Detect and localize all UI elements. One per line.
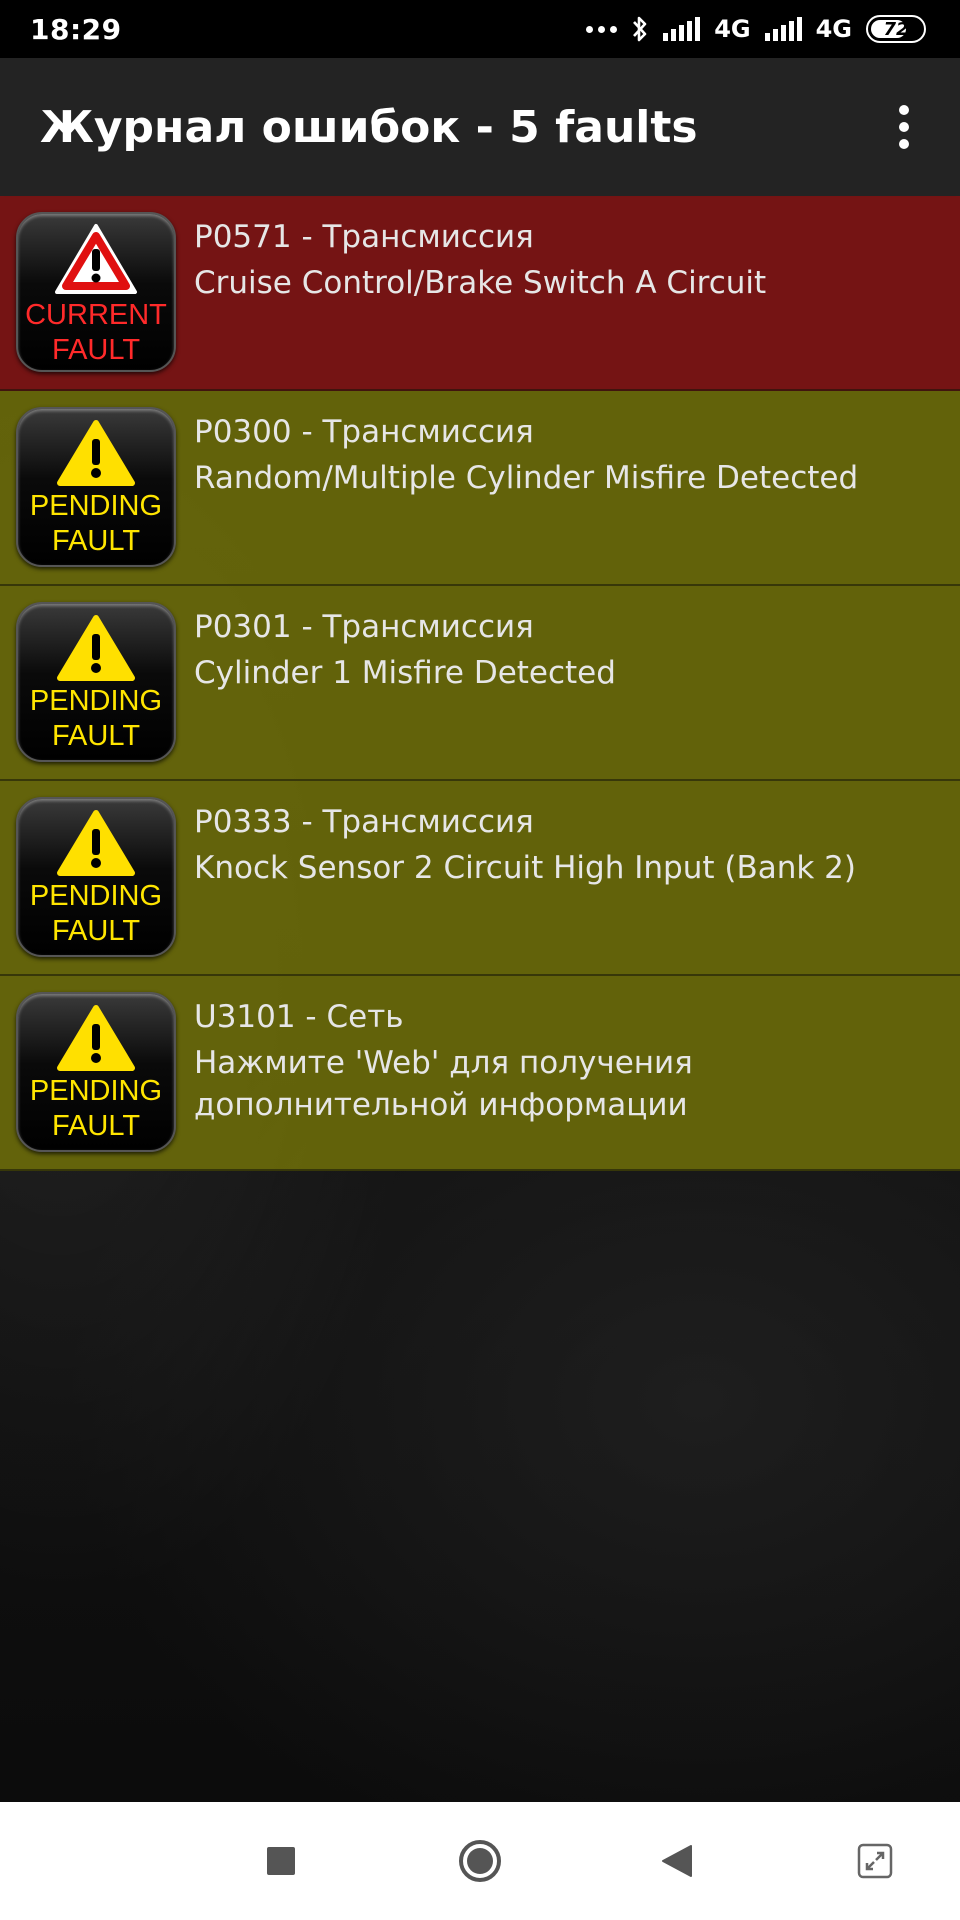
fault-badge-label: PENDING FAULT	[29, 490, 163, 557]
app-bar: Журнал ошибок - 5 faults	[0, 58, 960, 196]
screen-expand-icon[interactable]	[830, 1802, 920, 1920]
page-title: Журнал ошибок - 5 faults	[40, 101, 698, 153]
warning-triangle-icon	[57, 615, 135, 681]
fault-code: P0300 - Трансмиссия	[194, 414, 534, 450]
fault-text: U3101 - Сеть Нажмите 'Web' для получения…	[194, 996, 693, 1126]
status-bar: 18:29 4G 4G 72	[0, 0, 960, 58]
navigation-bar	[0, 1802, 960, 1920]
fault-row[interactable]: CURRENT FAULT P0571 - Трансмиссия Cruise …	[0, 196, 960, 391]
fault-text: P0301 - Трансмиссия Cylinder 1 Misfire D…	[194, 606, 616, 694]
back-triangle-icon[interactable]	[632, 1802, 722, 1920]
fault-row[interactable]: PENDING FAULT P0300 - Трансмиссия Random/…	[0, 391, 960, 586]
fault-row[interactable]: PENDING FAULT P0301 - Трансмиссия Cylinde…	[0, 586, 960, 781]
fault-description: Random/Multiple Cylinder Misfire Detecte…	[194, 460, 859, 496]
signal-icon-1	[663, 17, 701, 41]
fault-description: Cruise Control/Brake Switch A Circuit	[194, 265, 767, 301]
signal-icon-2	[764, 17, 802, 41]
screen: 18:29 4G 4G 72 Журнал ошибок - 5 faults	[0, 0, 960, 1920]
fault-row[interactable]: PENDING FAULT P0333 - Трансмиссия Knock S…	[0, 781, 960, 976]
fault-text: P0571 - Трансмиссия Cruise Control/Brake…	[194, 216, 766, 304]
fault-code: P0333 - Трансмиссия	[194, 804, 534, 840]
battery-level: 72	[883, 18, 909, 40]
network-type-2: 4G	[815, 15, 852, 43]
pending-fault-badge: PENDING FAULT	[16, 407, 176, 567]
warning-triangle-icon	[55, 224, 137, 294]
fault-text: P0333 - Трансмиссия Knock Sensor 2 Circu…	[194, 801, 856, 889]
status-time: 18:29	[30, 12, 122, 46]
bluetooth-icon	[633, 16, 647, 42]
pending-fault-badge: PENDING FAULT	[16, 602, 176, 762]
fault-badge-label: PENDING FAULT	[29, 880, 163, 947]
fault-code: P0571 - Трансмиссия	[194, 219, 534, 255]
more-vert-icon[interactable]	[884, 92, 924, 162]
home-circle-icon[interactable]	[435, 1802, 525, 1920]
warning-triangle-icon	[57, 1005, 135, 1071]
fault-badge-label: PENDING FAULT	[29, 685, 163, 752]
fault-code: P0301 - Трансмиссия	[194, 609, 534, 645]
warning-triangle-icon	[57, 420, 135, 486]
fault-badge-label: PENDING FAULT	[29, 1075, 163, 1142]
fault-code: U3101 - Сеть	[194, 999, 404, 1035]
pending-fault-badge: PENDING FAULT	[16, 992, 176, 1152]
current-fault-badge: CURRENT FAULT	[16, 212, 176, 372]
fault-row[interactable]: PENDING FAULT U3101 - Сеть Нажмите 'Web' …	[0, 976, 960, 1171]
fault-description: Нажмите 'Web' для получения дополнительн…	[194, 1045, 693, 1123]
more-notifications-icon	[586, 25, 618, 33]
battery-icon: 72	[866, 15, 926, 43]
fault-list: CURRENT FAULT P0571 - Трансмиссия Cruise …	[0, 196, 960, 1171]
fault-text: P0300 - Трансмиссия Random/Multiple Cyli…	[194, 411, 858, 499]
network-type-1: 4G	[714, 15, 751, 43]
warning-triangle-icon	[57, 810, 135, 876]
fault-description: Knock Sensor 2 Circuit High Input (Bank …	[194, 850, 856, 886]
pending-fault-badge: PENDING FAULT	[16, 797, 176, 957]
fault-description: Cylinder 1 Misfire Detected	[194, 655, 616, 691]
recents-square-icon[interactable]	[236, 1802, 326, 1920]
status-icons: 4G 4G 72	[586, 15, 926, 43]
fault-badge-label: CURRENT FAULT	[25, 299, 167, 366]
